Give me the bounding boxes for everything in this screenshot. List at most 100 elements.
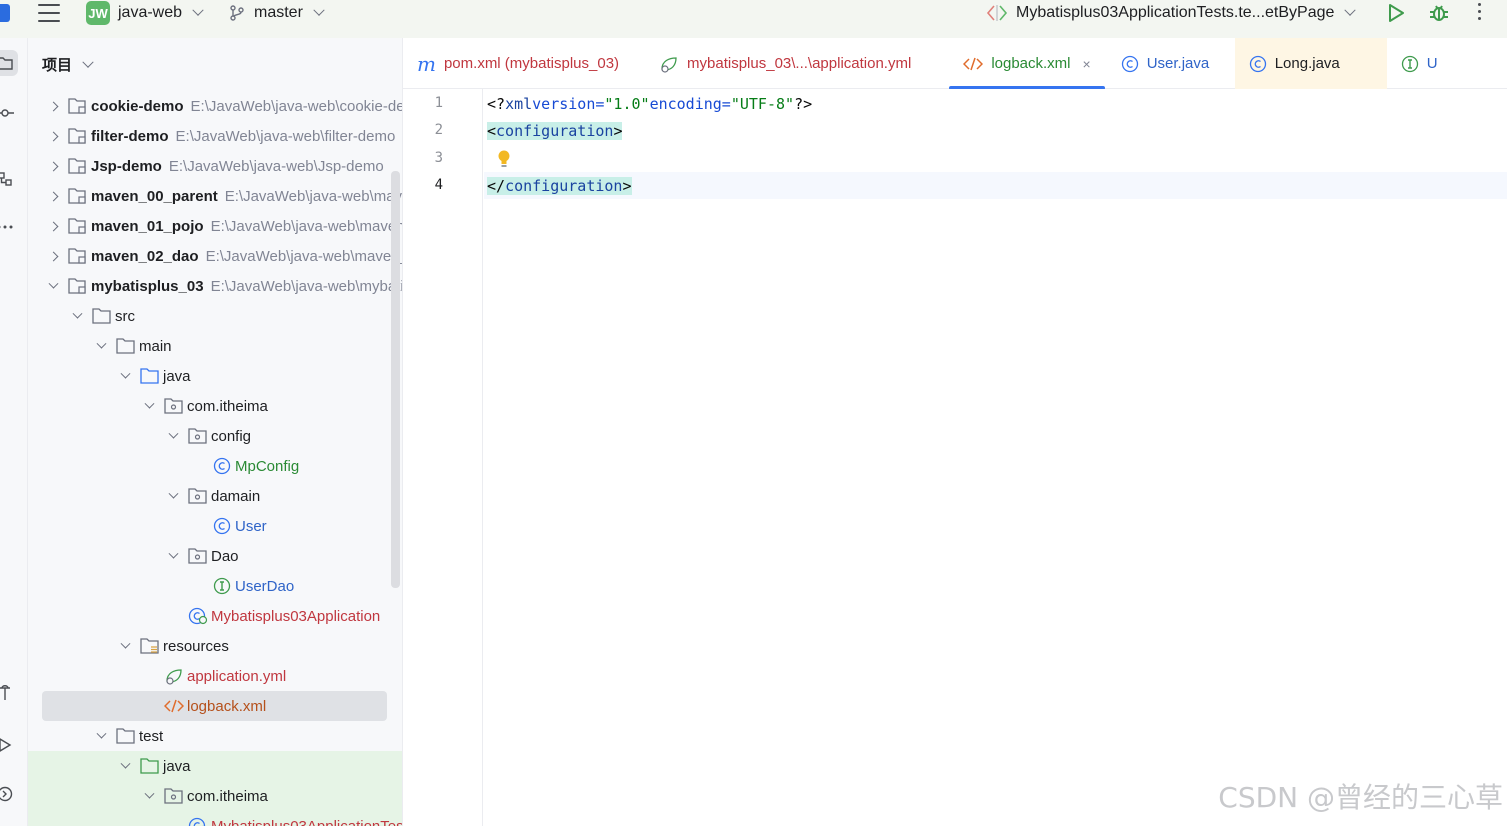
tree-item-userdao[interactable]: UserDao: [28, 571, 402, 601]
chevron-right-icon[interactable]: [46, 129, 60, 143]
chevron-right-icon[interactable]: [46, 99, 60, 113]
chevron-down-icon: [82, 56, 94, 68]
module-path: E:\JavaWeb\java-web\maven_01_pojo: [210, 217, 402, 235]
chevron-down-icon[interactable]: [94, 729, 108, 743]
tree-item-cookie-demo[interactable]: cookie-demo E:\JavaWeb\java-web\cookie-d…: [28, 91, 402, 121]
module-path: E:\JavaWeb\java-web\mybatisplus_03: [210, 277, 402, 295]
tree-item-config[interactable]: config: [28, 421, 402, 451]
close-icon[interactable]: ×: [1083, 56, 1091, 72]
folder-icon: [92, 307, 112, 325]
watermark: CSDN @曾经的三心草: [1218, 781, 1503, 814]
tab-label: pom.xml (mybatisplus_03): [443, 55, 620, 72]
tree-item-maven-02-dao[interactable]: maven_02_dao E:\JavaWeb\java-web\maven_0…: [28, 241, 402, 271]
line-number: 2: [434, 122, 443, 138]
tree-item-com-itheima[interactable]: com.itheima: [28, 391, 402, 421]
tree-item-mybatisplus03applicationtests[interactable]: Mybatisplus03ApplicationTests: [28, 811, 402, 826]
tab-user-java[interactable]: User.java: [1107, 38, 1235, 89]
chevron-down-icon[interactable]: [166, 489, 180, 503]
test-config-icon: [986, 5, 1008, 21]
chevron-down-icon[interactable]: [46, 279, 60, 293]
project-panel: 项目 cookie-demo E:\JavaWeb\java-web\cooki…: [28, 38, 403, 826]
package-icon: [188, 547, 208, 565]
chevron-down-icon[interactable]: [118, 639, 132, 653]
tab-application-yml[interactable]: mybatisplus_03\...\application.yml: [645, 38, 925, 89]
package-name: com.itheima: [187, 397, 268, 415]
chevron-down-icon: [313, 4, 325, 16]
chevron-down-icon[interactable]: [166, 549, 180, 563]
vcs-branch-switcher[interactable]: master: [228, 0, 325, 26]
tree-item-filter-demo[interactable]: filter-demo E:\JavaWeb\java-web\filter-d…: [28, 121, 402, 151]
tree-item-mybatisplus03application[interactable]: Mybatisplus03Application: [28, 601, 402, 631]
editor-gutter[interactable]: 1 2 3 4: [403, 89, 483, 826]
run-configuration-selector[interactable]: Mybatisplus03ApplicationTests.te...etByP…: [986, 0, 1357, 26]
chevron-right-icon[interactable]: [46, 249, 60, 263]
chevron-right-icon[interactable]: [46, 159, 60, 173]
tree-item-test-java[interactable]: java: [28, 751, 402, 781]
more-tools-icon[interactable]: [0, 214, 18, 240]
project-panel-title: 项目: [42, 57, 73, 74]
tree-item-user[interactable]: User: [28, 511, 402, 541]
tree-item-test-com-itheima[interactable]: com.itheima: [28, 781, 402, 811]
terminal-tool-icon[interactable]: [0, 781, 18, 807]
tree-item-maven-01-pojo[interactable]: maven_01_pojo E:\JavaWeb\java-web\maven_…: [28, 211, 402, 241]
tree-item-mpconfig[interactable]: MpConfig: [28, 451, 402, 481]
main-menu-icon[interactable]: [38, 4, 60, 22]
tree-item-logback-xml[interactable]: logback.xml: [28, 691, 402, 721]
tree-item-dao[interactable]: Dao: [28, 541, 402, 571]
xml-icon: [164, 697, 184, 715]
project-switcher[interactable]: JW java-web: [86, 0, 204, 26]
chevron-down-icon[interactable]: [118, 369, 132, 383]
ide-logo-icon[interactable]: [0, 4, 10, 22]
tree-item-mybatisplus-03[interactable]: mybatisplus_03 E:\JavaWeb\java-web\mybat…: [28, 271, 402, 301]
tree-item-test[interactable]: test: [28, 721, 402, 751]
chevron-right-icon[interactable]: [46, 189, 60, 203]
chevron-down-icon[interactable]: [94, 339, 108, 353]
tree-item-jsp-demo[interactable]: Jsp-demo E:\JavaWeb\java-web\Jsp-demo: [28, 151, 402, 181]
tab-pom-xml[interactable]: m pom.xml (mybatisplus_03): [403, 38, 633, 89]
chevron-right-icon[interactable]: [46, 219, 60, 233]
matched-tag-highlight: <configuration>: [487, 121, 623, 140]
project-panel-header[interactable]: 项目: [42, 54, 94, 75]
intention-bulb-icon[interactable]: [496, 149, 512, 169]
more-actions-icon[interactable]: [1478, 3, 1481, 20]
chevron-down-icon[interactable]: [118, 759, 132, 773]
module-name: maven_01_pojo: [91, 217, 204, 235]
file-name: application.yml: [187, 667, 287, 685]
chevron-down-icon: [192, 4, 204, 16]
tree-item-src[interactable]: src: [28, 301, 402, 331]
source-folder-icon: [140, 367, 160, 385]
structure-tool-icon[interactable]: [0, 166, 18, 192]
tab-partial-interface[interactable]: U: [1387, 38, 1452, 89]
code-editor[interactable]: <? xml version= "1.0" encoding= "UTF-8" ?> <…: [484, 89, 1507, 826]
tree-item-application-yml[interactable]: application.yml: [28, 661, 402, 691]
module-folder-icon: [68, 127, 88, 145]
package-icon: [188, 487, 208, 505]
chevron-down-icon[interactable]: [166, 429, 180, 443]
yaml-icon: [661, 56, 677, 73]
tree-item-resources[interactable]: resources: [28, 631, 402, 661]
tree-item-maven-00-parent[interactable]: maven_00_parent E:\JavaWeb\java-web\mave…: [28, 181, 402, 211]
run-icon[interactable]: [1386, 3, 1406, 23]
editor-tab-bar: m pom.xml (mybatisplus_03) mybatisplus_0…: [403, 38, 1507, 90]
tree-item-damain[interactable]: damain: [28, 481, 402, 511]
resources-folder-icon: [140, 637, 160, 655]
module-folder-icon: [68, 277, 88, 295]
chevron-down-icon[interactable]: [70, 309, 84, 323]
services-tool-icon[interactable]: [0, 680, 18, 706]
chevron-down-icon[interactable]: [142, 399, 156, 413]
class-name: MpConfig: [235, 457, 300, 475]
debug-icon[interactable]: [1428, 2, 1450, 24]
chevron-down-icon[interactable]: [142, 789, 156, 803]
tree-item-main[interactable]: main: [28, 331, 402, 361]
tab-long-java[interactable]: Long.java: [1234, 38, 1387, 89]
project-tree-scrollbar[interactable]: [391, 171, 400, 588]
folder-name: main: [139, 337, 172, 355]
project-tool-icon[interactable]: [0, 50, 18, 76]
class-name: Mybatisplus03Application: [211, 607, 381, 625]
run-tool-icon[interactable]: [0, 732, 18, 758]
commit-tool-icon[interactable]: [0, 100, 18, 126]
tool-window-strip: [0, 38, 28, 826]
tab-logback-xml[interactable]: logback.xml ×: [949, 38, 1106, 90]
tree-item-main-java[interactable]: java: [28, 361, 402, 391]
folder-name: src: [115, 307, 135, 325]
